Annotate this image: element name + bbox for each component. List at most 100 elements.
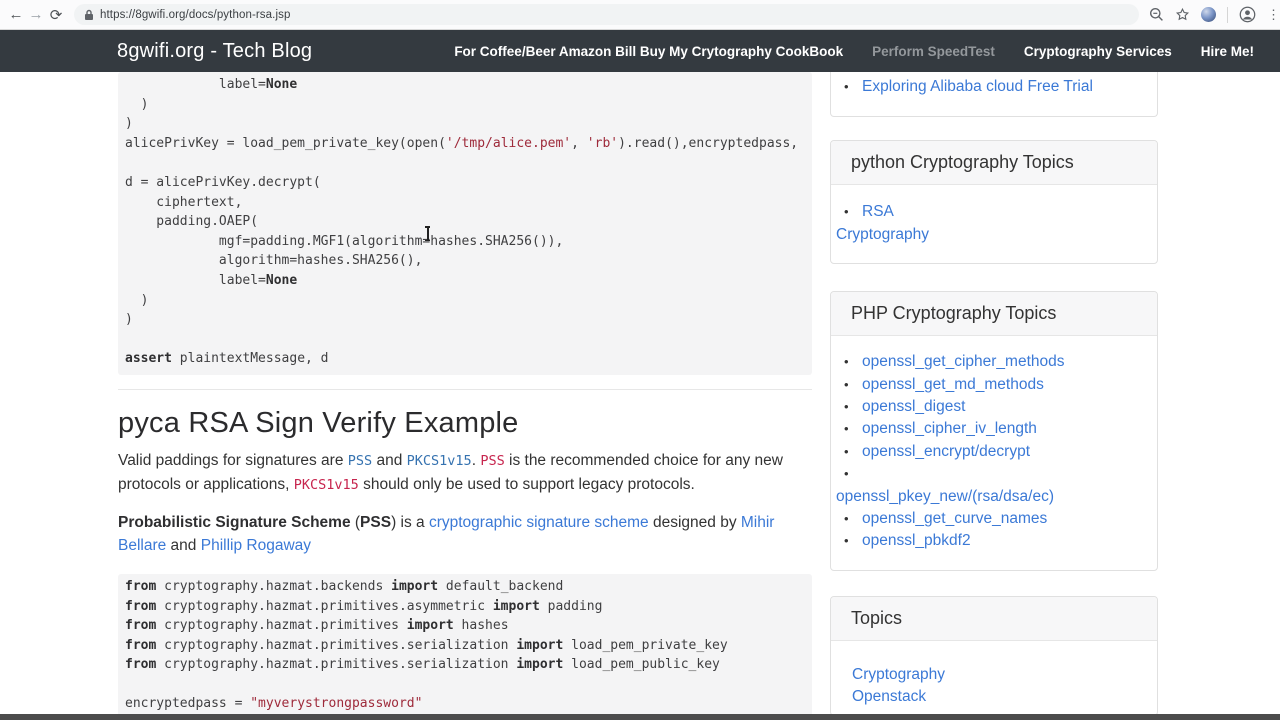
url-text: https://8gwifi.org/docs/python-rsa.jsp bbox=[100, 8, 291, 21]
page-title: pyca RSA Sign Verify Example bbox=[118, 406, 519, 439]
nav-item-services[interactable]: Cryptography Services bbox=[1024, 44, 1172, 59]
sidebar-link[interactable]: openssl_encrypt/decrypt bbox=[862, 441, 1030, 463]
text-segment: from bbox=[125, 657, 157, 673]
list-item: openssl_pkey_new/(rsa/dsa/ec) bbox=[836, 486, 1139, 508]
text-segment: ) bbox=[125, 96, 149, 112]
menu-dots-icon[interactable]: ⋮ bbox=[1267, 7, 1280, 23]
back-icon[interactable]: ← bbox=[6, 6, 26, 23]
php-topics-list: • openssl_get_cipher_methods • openssl_get_… bbox=[831, 336, 1157, 570]
text-segment: PSS bbox=[480, 452, 505, 469]
list-item: • bbox=[836, 463, 1139, 485]
sidebar-link[interactable]: Exploring Alibaba cloud Free Trial bbox=[862, 76, 1093, 98]
text-segment: cryptography.hazmat.backends bbox=[156, 578, 392, 594]
list-item: Cryptography bbox=[836, 224, 1139, 246]
bullet-icon: • bbox=[844, 399, 849, 415]
code-line: ) bbox=[125, 95, 805, 115]
bullet-icon: • bbox=[844, 533, 849, 549]
site-navbar: 8gwifi.org - Tech Blog For Coffee/Beer A… bbox=[0, 30, 1280, 72]
article-column: label=None )) alicePrivKey = load_pem_pri… bbox=[118, 72, 812, 720]
card-php-topics: PHP Cryptography Topics • openssl_get_cip… bbox=[830, 291, 1158, 571]
sidebar-link[interactable]: openssl_get_cipher_methods bbox=[862, 351, 1065, 373]
text-segment: , bbox=[571, 135, 587, 151]
text-cursor bbox=[423, 226, 432, 241]
bullet-icon: • bbox=[844, 511, 849, 527]
code-line: from cryptography.hazmat.backends import… bbox=[125, 577, 805, 597]
url-bar[interactable]: https://8gwifi.org/docs/python-rsa.jsp bbox=[74, 4, 1139, 25]
text-segment: None bbox=[265, 272, 298, 288]
text-segment: load_pem_private_key bbox=[563, 637, 728, 653]
sidebar-link[interactable]: Cryptography bbox=[836, 224, 929, 246]
text-segment: from bbox=[125, 578, 157, 594]
extension-sphere-icon[interactable] bbox=[1201, 7, 1216, 22]
bullet-icon: • bbox=[844, 466, 849, 482]
bullet-icon: • bbox=[844, 376, 849, 392]
forward-icon[interactable]: → bbox=[26, 6, 46, 23]
code-line: alicePrivKey = load_pem_private_key(open… bbox=[125, 134, 805, 154]
text-segment: label= bbox=[125, 272, 266, 288]
text-segment: d = alicePrivKey.decrypt( bbox=[125, 174, 321, 190]
text-segment: algorithm=hashes.SHA256(), bbox=[125, 253, 423, 269]
bullet-icon: • bbox=[844, 79, 849, 94]
site-brand[interactable]: 8gwifi.org - Tech Blog bbox=[117, 40, 312, 63]
code-line: padding.OAEP( bbox=[125, 212, 805, 232]
nav-item-cookbook[interactable]: For Coffee/Beer Amazon Bill Buy My Cryto… bbox=[454, 44, 843, 59]
text-segment: mgf=padding.MGF1(algorithm=hashes.SHA256… bbox=[125, 233, 564, 249]
text-segment: ciphertext, bbox=[125, 194, 243, 210]
list-item: • openssl_pbkdf2 bbox=[836, 530, 1139, 552]
code-line: label=None bbox=[125, 75, 805, 95]
bullet-icon: • bbox=[844, 443, 849, 459]
nav-item-hire[interactable]: Hire Me! bbox=[1201, 44, 1254, 59]
navbar-links: For Coffee/Beer Amazon Bill Buy My Cryto… bbox=[454, 44, 1254, 59]
sidebar-link[interactable]: openssl_pkey_new/(rsa/dsa/ec) bbox=[836, 486, 1054, 508]
text-segment: ).read(),encryptedpass, bbox=[618, 135, 799, 151]
topics-list: Cryptography Openstack bbox=[831, 641, 1157, 715]
avatar-icon[interactable] bbox=[1239, 6, 1256, 23]
bottom-video-strip bbox=[0, 714, 1280, 720]
sidebar-link[interactable]: openssl_get_md_methods bbox=[862, 374, 1044, 396]
text-segment: import bbox=[391, 578, 439, 594]
inline-link[interactable]: PKCS1v15 bbox=[407, 453, 472, 469]
inline-link[interactable]: PSS bbox=[348, 453, 372, 469]
code-line: from cryptography.hazmat.primitives.asym… bbox=[125, 597, 805, 617]
zoom-icon[interactable] bbox=[1149, 7, 1164, 22]
paragraph-paddings: Valid paddings for signatures are PSS an… bbox=[118, 449, 812, 497]
text-segment: default_backend bbox=[438, 578, 564, 594]
list-item: • openssl_cipher_iv_length bbox=[836, 418, 1139, 440]
text-segment: designed by bbox=[648, 513, 741, 531]
text-segment: Valid paddings for signatures are bbox=[118, 451, 348, 469]
text-segment: encryptedpass = bbox=[125, 696, 251, 712]
sidebar: • Exploring Alibaba cloud Free Trial pyth… bbox=[830, 72, 1158, 716]
text-segment: cryptography.hazmat.primitives.asymmetri… bbox=[156, 598, 493, 614]
text-segment: from bbox=[125, 618, 157, 634]
list-item: • openssl_get_curve_names bbox=[836, 508, 1139, 530]
list-item: Cryptography bbox=[852, 664, 1139, 686]
sidebar-link[interactable]: openssl_cipher_iv_length bbox=[862, 418, 1037, 440]
star-icon[interactable] bbox=[1175, 7, 1190, 22]
sidebar-link[interactable]: openssl_pbkdf2 bbox=[862, 530, 971, 552]
inline-link[interactable]: cryptographic signature scheme bbox=[429, 514, 649, 531]
sidebar-link[interactable]: RSA bbox=[862, 201, 894, 223]
page-content: label=None )) alicePrivKey = load_pem_pri… bbox=[0, 72, 1280, 720]
code-line: ) bbox=[125, 114, 805, 134]
text-segment: ) bbox=[125, 116, 133, 132]
nav-item-speedtest[interactable]: Perform SpeedTest bbox=[872, 44, 995, 59]
list-item: • Exploring Alibaba cloud Free Trial bbox=[836, 76, 1139, 98]
code-block-imports: from cryptography.hazmat.backends import… bbox=[118, 573, 812, 720]
card-recent-posts: • Exploring Alibaba cloud Free Trial bbox=[830, 72, 1158, 118]
card-python-topics: python Cryptography Topics • RSA Cryptogra… bbox=[830, 140, 1158, 265]
sidebar-link[interactable]: Cryptography bbox=[852, 664, 945, 686]
text-segment: import bbox=[516, 637, 564, 653]
section-divider bbox=[118, 388, 812, 390]
text-segment: assert bbox=[125, 351, 172, 367]
code-block-decrypt: label=None )) alicePrivKey = load_pem_pri… bbox=[118, 72, 812, 375]
sidebar-link[interactable]: openssl_get_curve_names bbox=[862, 508, 1047, 530]
text-segment: import bbox=[492, 598, 540, 614]
text-segment: '/tmp/alice.pem' bbox=[445, 135, 572, 151]
python-topics-title: python Cryptography Topics bbox=[831, 141, 1157, 186]
sidebar-link[interactable]: Openstack bbox=[852, 686, 926, 708]
list-item: Openstack bbox=[852, 686, 1139, 708]
sidebar-link[interactable]: openssl_digest bbox=[862, 396, 965, 418]
reload-icon[interactable]: ⟳ bbox=[46, 6, 66, 24]
inline-link[interactable]: Phillip Rogaway bbox=[201, 537, 311, 554]
